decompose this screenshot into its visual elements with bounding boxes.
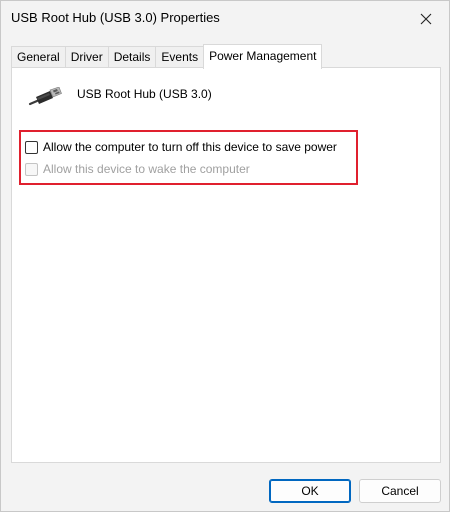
cancel-button[interactable]: Cancel bbox=[359, 479, 441, 503]
dialog-footer: OK Cancel bbox=[1, 463, 449, 511]
allow-wake-label: Allow this device to wake the computer bbox=[43, 162, 250, 176]
close-button[interactable] bbox=[403, 1, 449, 37]
usb-connector-icon bbox=[28, 87, 62, 106]
title-bar: USB Root Hub (USB 3.0) Properties bbox=[1, 1, 449, 37]
tab-power-management[interactable]: Power Management bbox=[203, 44, 323, 69]
allow-wake-option: Allow this device to wake the computer bbox=[25, 161, 250, 177]
allow-turn-off-option[interactable]: Allow the computer to turn off this devi… bbox=[25, 139, 337, 155]
close-icon bbox=[420, 13, 432, 25]
power-management-panel: USB Root Hub (USB 3.0) Allow the compute… bbox=[11, 67, 441, 463]
tab-driver[interactable]: Driver bbox=[64, 46, 109, 68]
allow-turn-off-checkbox[interactable] bbox=[25, 140, 38, 154]
device-name: USB Root Hub (USB 3.0) bbox=[77, 87, 212, 101]
allow-turn-off-label: Allow the computer to turn off this devi… bbox=[43, 140, 337, 154]
tab-details[interactable]: Details bbox=[107, 46, 157, 68]
window-title: USB Root Hub (USB 3.0) Properties bbox=[11, 10, 220, 25]
tab-strip: General Driver Details Events Power Mana… bbox=[11, 44, 323, 69]
allow-wake-checkbox bbox=[25, 162, 38, 176]
ok-button[interactable]: OK bbox=[269, 479, 351, 503]
tab-general[interactable]: General bbox=[11, 46, 66, 68]
tab-events[interactable]: Events bbox=[155, 46, 205, 68]
properties-dialog: USB Root Hub (USB 3.0) Properties Genera… bbox=[0, 0, 450, 512]
